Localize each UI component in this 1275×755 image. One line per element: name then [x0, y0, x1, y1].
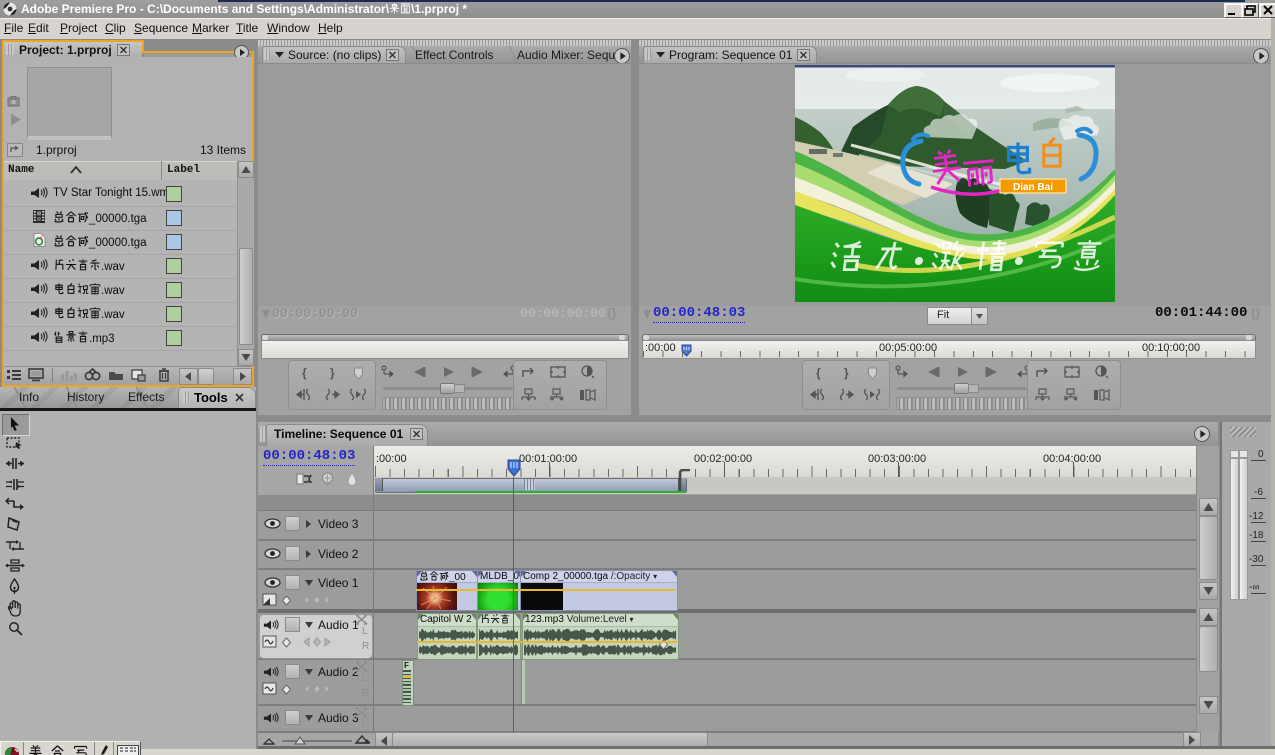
- svg-text:Dian Bai: Dian Bai: [1013, 182, 1053, 193]
